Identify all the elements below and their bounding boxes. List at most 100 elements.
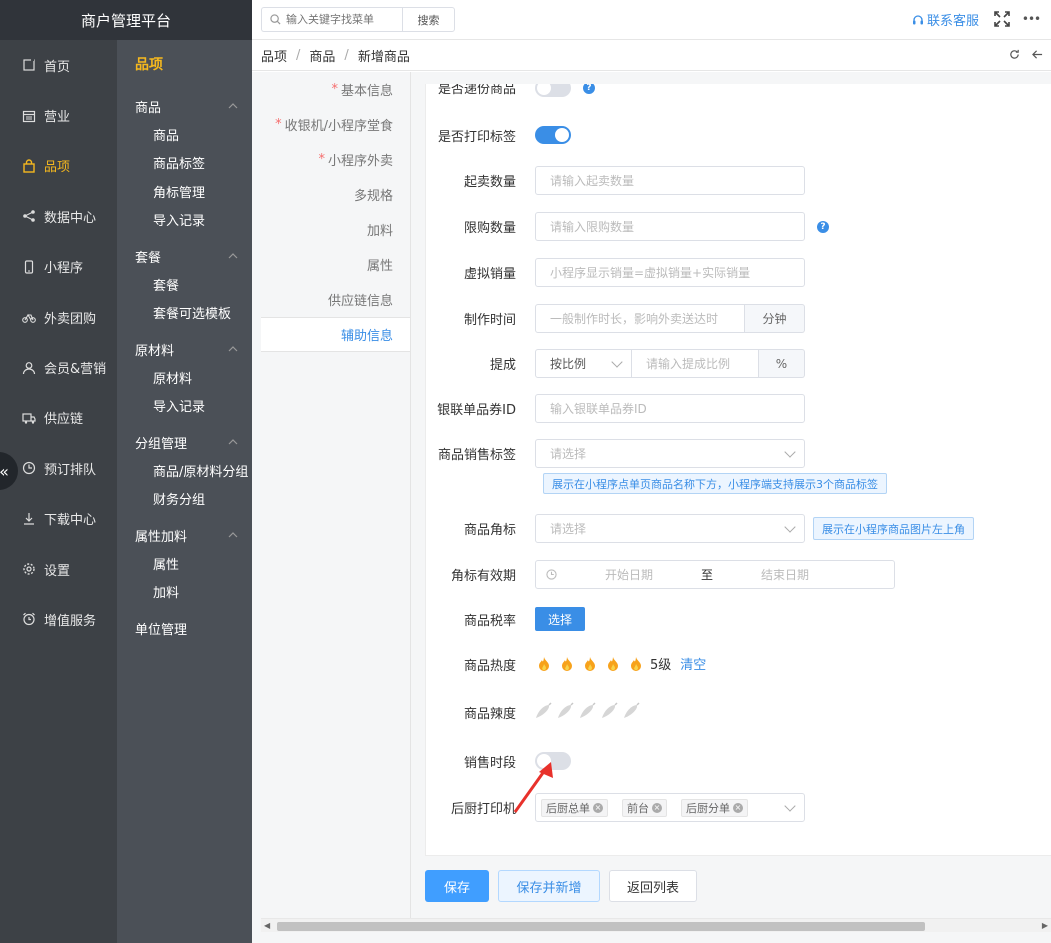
remove-tag-icon[interactable]: × xyxy=(593,802,603,813)
flame-icon[interactable] xyxy=(606,656,620,672)
sub-sidebar-group[interactable]: 分组管理 xyxy=(117,428,252,456)
nav-item[interactable]: 会员&营销 xyxy=(0,342,117,392)
sub-sidebar-group[interactable]: 原材料 xyxy=(117,335,252,363)
unionpay-coupon-input[interactable]: 输入银联单品券ID xyxy=(535,394,805,423)
sub-sidebar-group[interactable]: 商品 xyxy=(117,92,252,120)
breadcrumb-item[interactable]: 品项 xyxy=(261,46,287,65)
breadcrumb-item[interactable]: 商品 xyxy=(309,46,335,65)
back-to-list-button[interactable]: 返回列表 xyxy=(609,870,697,902)
remove-tag-icon[interactable]: × xyxy=(733,802,743,813)
content-area: * 基本信息 * 收银机/小程序堂食 * 小程序外卖 多规格 加料 属性 供应链信息 辅助信息 是否… xyxy=(252,72,1051,943)
section-tab[interactable]: * 收银机/小程序堂食 xyxy=(261,107,410,142)
nav-list: 首页 营业 品项 数据中心 小程序 外卖团购 会员&营销 供应链 预订排队 下载中心 设置 增值服务 xyxy=(0,40,117,645)
sub-sidebar-item[interactable]: 商品标签 xyxy=(117,149,252,178)
chili-icon[interactable] xyxy=(556,702,574,720)
nav-item[interactable]: 小程序 xyxy=(0,242,117,292)
heat-clear-link[interactable]: 清空 xyxy=(680,654,706,673)
sub-sidebar-group[interactable]: 属性加料 xyxy=(117,521,252,549)
section-tab[interactable]: 多规格 xyxy=(261,177,410,212)
sub-sidebar-item[interactable]: 属性 xyxy=(117,549,252,578)
sub-sidebar-item[interactable]: 套餐可选模板 xyxy=(117,299,252,328)
sub-sidebar-item[interactable]: 商品 xyxy=(117,120,252,149)
partial-switch[interactable] xyxy=(535,84,571,97)
printer-multiselect[interactable]: 后厨总单 × 前台 × 后厨分单 × xyxy=(535,793,805,822)
nav-item[interactable]: 外卖团购 xyxy=(0,292,117,342)
flame-icon[interactable] xyxy=(583,656,597,672)
save-button[interactable]: 保存 xyxy=(425,870,489,902)
app-title: 商户管理平台 xyxy=(0,0,252,40)
search-button[interactable]: 搜索 xyxy=(402,7,455,32)
nav-item[interactable]: 下载中心 xyxy=(0,494,117,544)
sales-tag-select[interactable]: 请选择 xyxy=(535,439,805,468)
make-time-input[interactable]: 一般制作时长，影响外卖送达时 xyxy=(535,304,745,333)
sub-sidebar-item[interactable]: 加料 xyxy=(117,578,252,607)
contact-support-link[interactable]: 联系客服 xyxy=(912,10,979,29)
chili-icon[interactable] xyxy=(534,702,552,720)
scroll-left-arrow-icon[interactable]: ◀ xyxy=(264,921,270,930)
sub-sidebar-group[interactable]: 套餐 xyxy=(117,242,252,270)
limit-qty-input[interactable]: 请输入限购数量 xyxy=(535,212,805,241)
help-icon[interactable]: ? xyxy=(817,220,829,233)
nav-item[interactable]: 首页 xyxy=(0,40,117,90)
tax-select-button[interactable]: 选择 xyxy=(535,607,585,631)
nav-item[interactable]: 营业 xyxy=(0,90,117,140)
sub-sidebar-group-label: 商品 xyxy=(135,100,162,116)
form-label: 后厨打印机 xyxy=(450,802,516,817)
sale-period-switch[interactable] xyxy=(535,752,571,770)
sub-sidebar-item[interactable]: 角标管理 xyxy=(117,177,252,206)
help-icon[interactable]: ? xyxy=(583,84,595,94)
sub-sidebar-unit-management[interactable]: 单位管理 xyxy=(117,614,252,642)
sub-sidebar-item[interactable]: 原材料 xyxy=(117,363,252,392)
form-label: 银联单品券ID xyxy=(437,403,516,418)
sub-sidebar-item[interactable]: 套餐 xyxy=(117,270,252,299)
search-icon xyxy=(270,14,281,25)
horizontal-scrollbar[interactable]: ◀ ▶ xyxy=(261,918,1051,932)
print-label-switch[interactable] xyxy=(535,126,571,144)
chevron-down-icon xyxy=(784,800,796,812)
form-row-sale-period: 销售时段 xyxy=(426,751,1051,771)
nav-item[interactable]: 品项 xyxy=(0,141,117,191)
more-menu-icon[interactable]: ••• xyxy=(1022,10,1041,28)
corner-valid-range[interactable]: 开始日期 至 结束日期 xyxy=(535,560,895,589)
corner-select[interactable]: 请选择 xyxy=(535,514,805,543)
form-row-limit-qty: 限购数量 请输入限购数量? xyxy=(426,212,1051,241)
chili-icon[interactable] xyxy=(578,702,596,720)
menu-search-input[interactable] xyxy=(286,13,396,26)
nav-item[interactable]: 数据中心 xyxy=(0,191,117,241)
sub-sidebar-item[interactable]: 导入记录 xyxy=(117,392,252,421)
refresh-icon[interactable] xyxy=(1009,49,1020,63)
min-qty-input[interactable]: 请输入起卖数量 xyxy=(535,166,805,195)
form-row-make-time: 制作时间 一般制作时长，影响外卖送达时 分钟 xyxy=(426,304,1051,333)
menu-search-box[interactable] xyxy=(261,7,403,32)
nav-item[interactable]: 增值服务 xyxy=(0,594,117,644)
commission-mode-select[interactable]: 按比例 xyxy=(535,349,632,378)
section-tab[interactable]: 属性 xyxy=(261,247,410,282)
heat-rating[interactable] xyxy=(537,656,652,672)
save-and-new-button[interactable]: 保存并新增 xyxy=(498,870,600,902)
fullscreen-icon[interactable] xyxy=(993,10,1011,28)
form-row-corner: 商品角标 请选择 展示在小程序商品图片左上角 xyxy=(426,514,1051,543)
sub-sidebar-item[interactable]: 导入记录 xyxy=(117,206,252,235)
flame-icon[interactable] xyxy=(560,656,574,672)
back-arrow-icon[interactable] xyxy=(1032,49,1043,63)
section-tab[interactable]: * 基本信息 xyxy=(261,72,410,107)
spicy-rating[interactable] xyxy=(534,702,644,720)
virtual-sales-input[interactable]: 小程序显示销量=虚拟销量+实际销量 xyxy=(535,258,805,287)
flame-icon[interactable] xyxy=(537,656,551,672)
section-tab[interactable]: 供应链信息 xyxy=(261,282,410,317)
section-tab[interactable]: 辅助信息 xyxy=(261,317,410,352)
commission-rate-input[interactable]: 请输入提成比例 xyxy=(632,349,759,378)
section-tab[interactable]: * 小程序外卖 xyxy=(261,142,410,177)
sub-sidebar-item[interactable]: 商品/原材料分组 xyxy=(117,456,252,485)
scroll-right-arrow-icon[interactable]: ▶ xyxy=(1042,921,1048,930)
share-icon xyxy=(22,209,36,223)
chili-icon[interactable] xyxy=(600,702,618,720)
chili-icon[interactable] xyxy=(622,702,640,720)
section-tab[interactable]: 加料 xyxy=(261,212,410,247)
remove-tag-icon[interactable]: × xyxy=(652,802,662,813)
flame-icon[interactable] xyxy=(629,656,643,672)
scrollbar-thumb[interactable] xyxy=(277,922,925,931)
nav-item[interactable]: 供应链 xyxy=(0,393,117,443)
nav-item[interactable]: 设置 xyxy=(0,544,117,594)
sub-sidebar-item[interactable]: 财务分组 xyxy=(117,485,252,514)
